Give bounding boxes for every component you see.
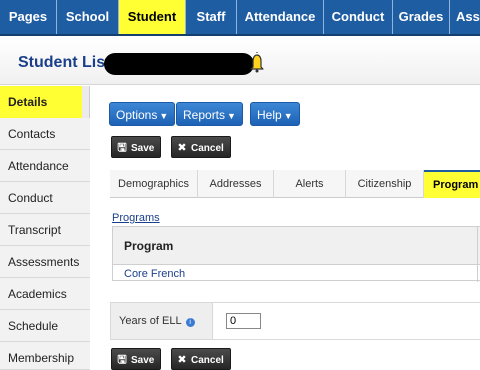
column-divider: [477, 227, 478, 282]
cancel-button-top[interactable]: ✖ Cancel: [171, 136, 231, 158]
cancel-label: Cancel: [191, 355, 224, 366]
options-label: Options: [116, 108, 158, 122]
subtab-addresses[interactable]: Addresses: [198, 170, 274, 198]
side-nav: Details Contacts Attendance Conduct Tran…: [0, 86, 90, 370]
tab-grades[interactable]: Grades: [393, 0, 449, 34]
save-label: Save: [131, 355, 155, 366]
redacted-student-name: [104, 53, 254, 75]
tab-student[interactable]: Student: [119, 0, 185, 34]
save-label: Save: [131, 143, 155, 154]
tab-pages[interactable]: Pages: [0, 0, 56, 34]
subtab-alerts[interactable]: Alerts: [274, 170, 346, 198]
program-cell[interactable]: Core French: [124, 268, 185, 280]
floppy-disk-icon: 🖫: [117, 142, 127, 154]
bell-icon[interactable]: [250, 51, 264, 73]
table-row[interactable]: Core French: [113, 266, 480, 282]
sidebar-item-academics[interactable]: Academics: [0, 278, 90, 310]
caret-down-icon: ▼: [159, 111, 169, 121]
ell-field-row: Years of ELL i: [110, 302, 480, 340]
tab-attendance[interactable]: Attendance: [237, 0, 323, 34]
column-header-program[interactable]: Program: [124, 239, 173, 253]
app-window: Pages School Student Staff Attendance Co…: [0, 0, 480, 370]
caret-down-icon: ▼: [227, 111, 236, 121]
programs-link[interactable]: Programs: [112, 212, 160, 224]
sidebar-item-membership[interactable]: Membership: [0, 342, 90, 370]
close-icon: ✖: [177, 354, 187, 366]
top-nav: Pages School Student Staff Attendance Co…: [0, 0, 480, 36]
cancel-label: Cancel: [191, 143, 224, 154]
main-content: Options ▼ Reports ▼ Help ▼ 🖫 Save ✖ Cancel De…: [90, 86, 480, 370]
table-header: Program: [113, 227, 480, 265]
page-title: Student List: [18, 54, 111, 71]
help-label: Help: [257, 108, 282, 122]
cancel-button-bottom[interactable]: ✖ Cancel: [171, 348, 231, 370]
reports-label: Reports: [183, 108, 226, 122]
tab-staff[interactable]: Staff: [186, 0, 236, 34]
tab-conduct[interactable]: Conduct: [324, 0, 392, 34]
sidebar-item-schedule[interactable]: Schedule: [0, 310, 90, 342]
reports-button[interactable]: Reports ▼: [176, 102, 243, 126]
sidebar-item-attendance[interactable]: Attendance: [0, 150, 90, 182]
ell-label: Years of ELL i: [119, 315, 195, 327]
ell-label-cell: Years of ELL i: [111, 303, 213, 339]
page-header: Student List: [0, 38, 480, 85]
save-button-top[interactable]: 🖫 Save: [111, 136, 162, 158]
sidebar-item-contacts[interactable]: Contacts: [0, 118, 90, 150]
sidebar-item-assessments[interactable]: Assessments: [0, 246, 90, 278]
subtab-bar: Demographics Addresses Alerts Citizenshi…: [110, 170, 480, 198]
subtab-demographics[interactable]: Demographics: [110, 170, 198, 198]
sidebar-item-transcript[interactable]: Transcript: [0, 214, 90, 246]
save-button-bottom[interactable]: 🖫 Save: [111, 348, 162, 370]
help-button[interactable]: Help ▼: [250, 102, 300, 126]
years-of-ell-input[interactable]: [226, 313, 261, 329]
options-button[interactable]: Options ▼: [109, 102, 176, 126]
subtab-program[interactable]: Program: [424, 170, 480, 198]
caret-down-icon: ▼: [283, 111, 293, 121]
close-icon: ✖: [177, 142, 187, 154]
subtab-citizenship[interactable]: Citizenship: [346, 170, 424, 198]
info-icon[interactable]: i: [185, 318, 195, 327]
floppy-disk-icon: 🖫: [117, 354, 127, 366]
tab-school[interactable]: School: [57, 0, 118, 34]
sidebar-item-details[interactable]: Details: [0, 86, 82, 118]
programs-table: Program Core French: [112, 226, 480, 282]
sidebar-item-conduct[interactable]: Conduct: [0, 182, 90, 214]
tab-assessments[interactable]: Ass: [450, 0, 480, 34]
